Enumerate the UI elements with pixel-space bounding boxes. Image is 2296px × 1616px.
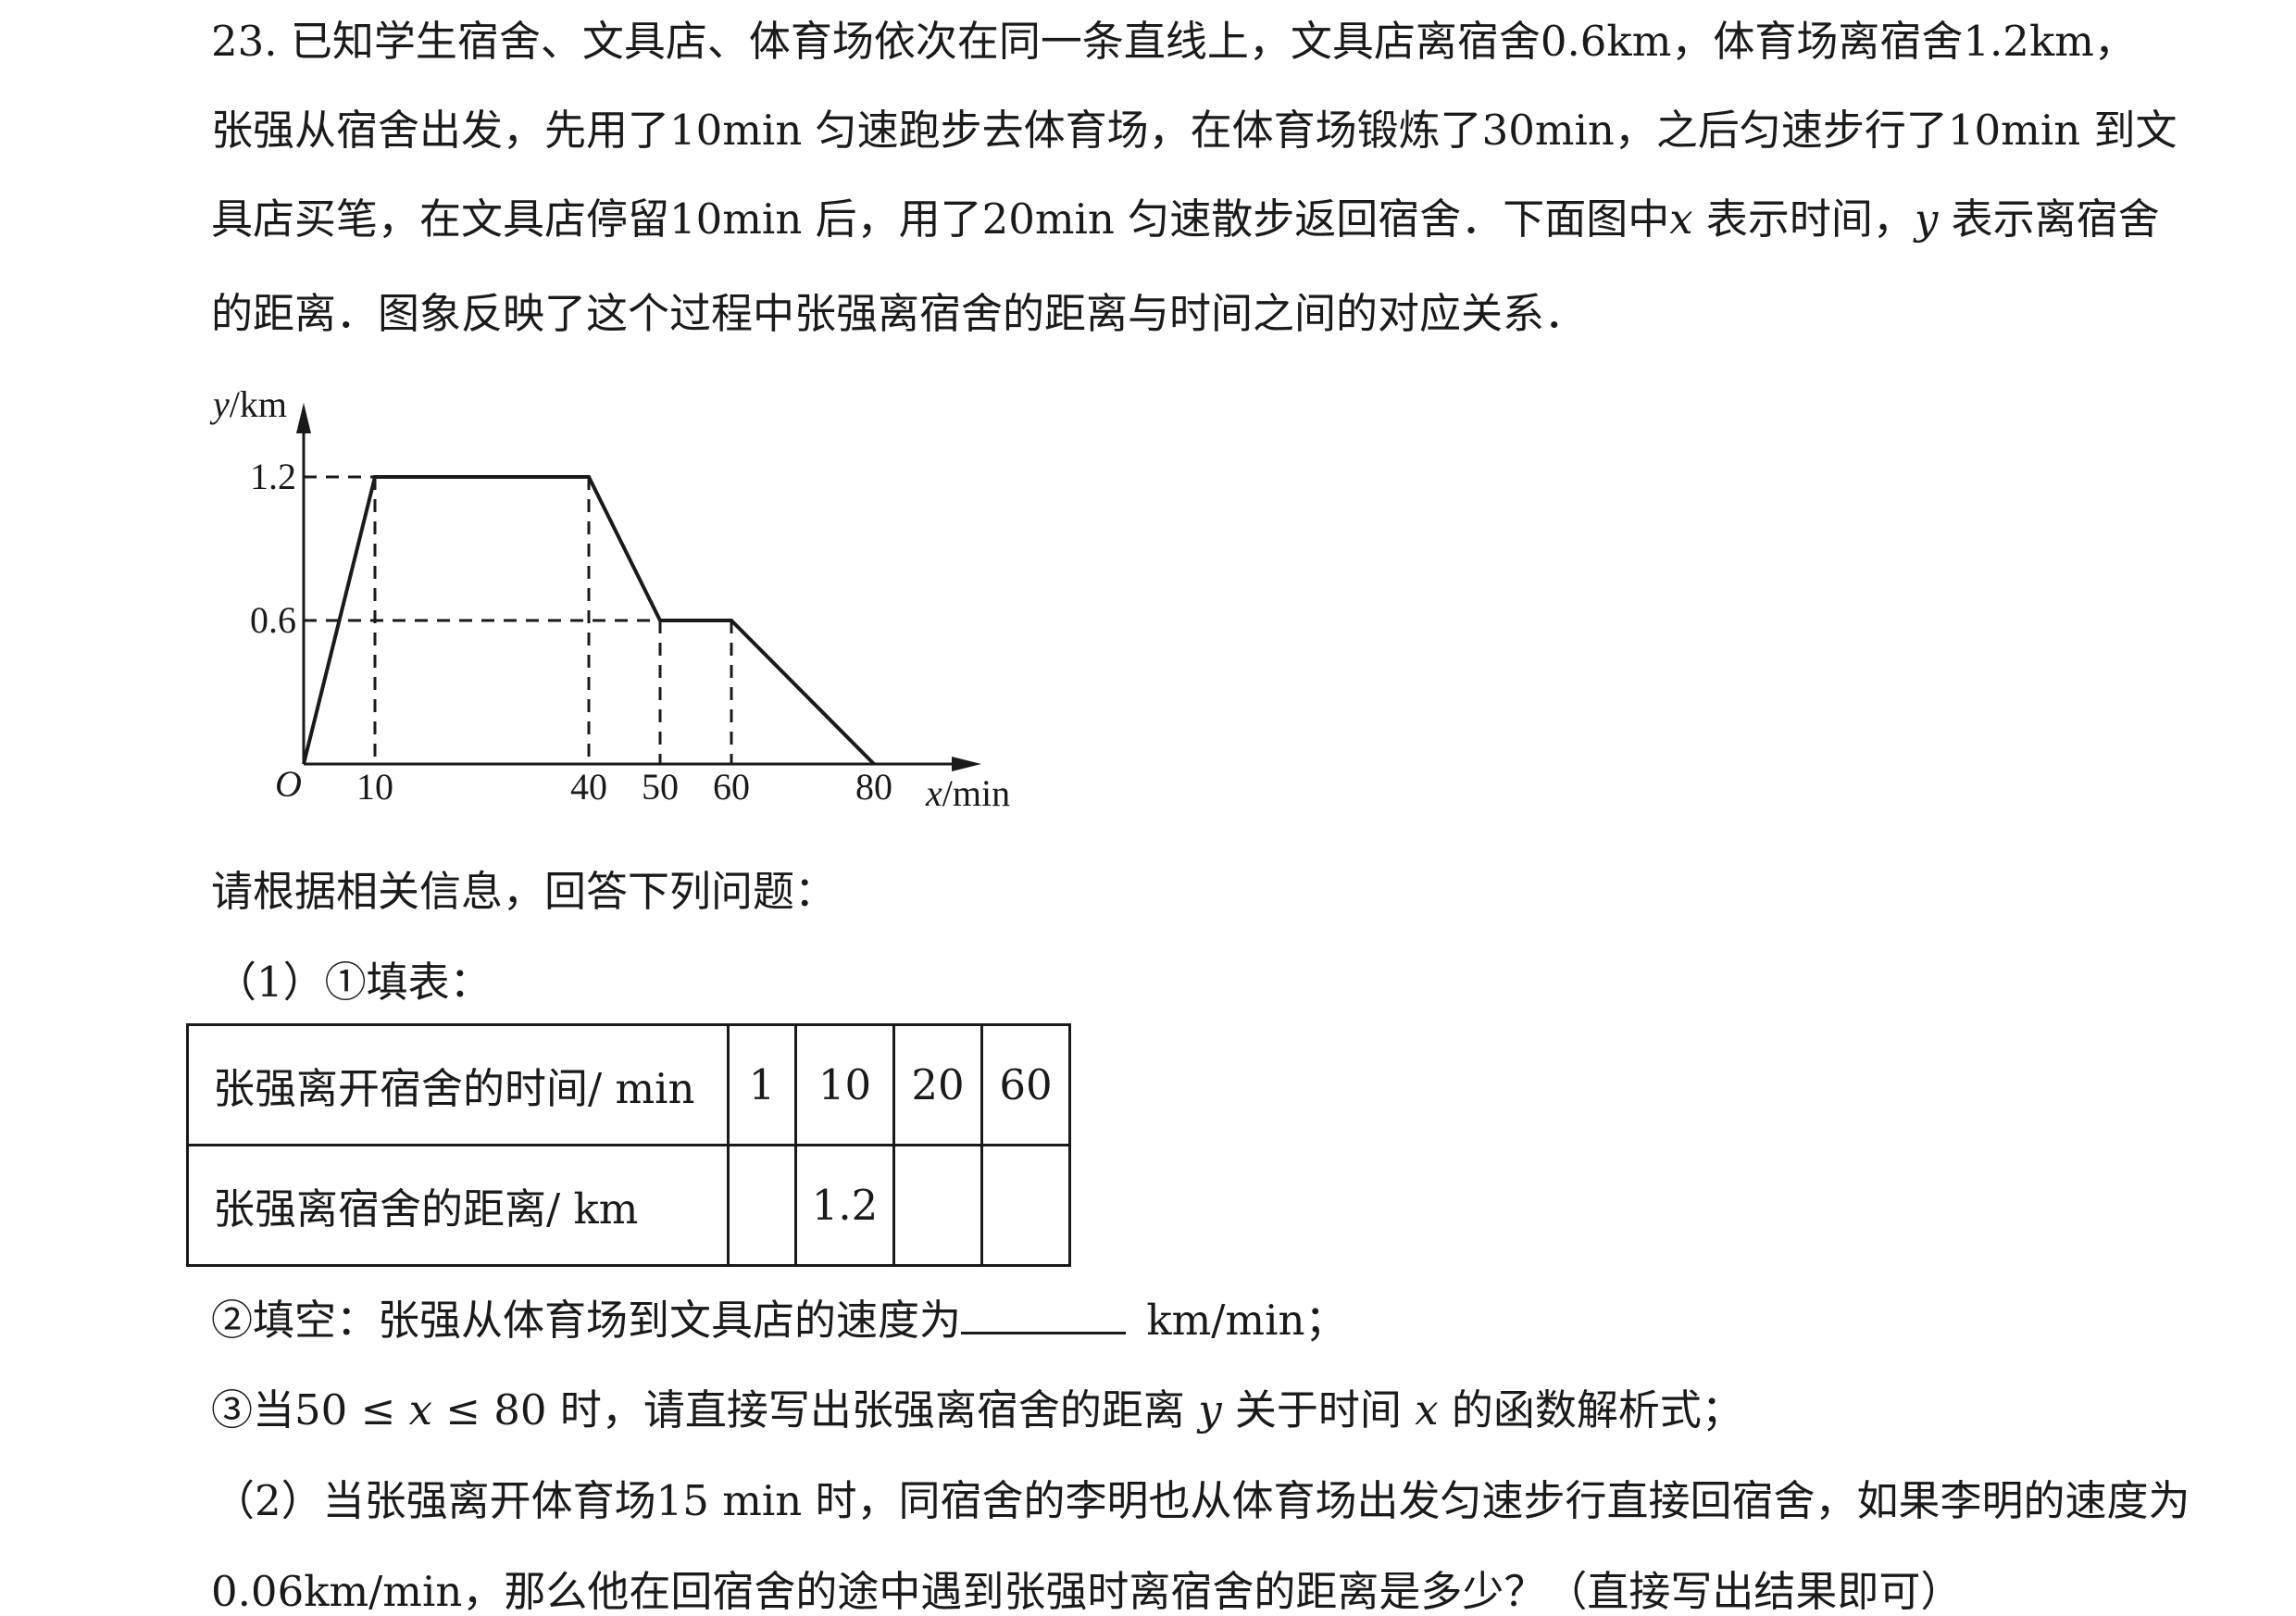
table-row-header-time: 张强离开宿舍的时间/ min — [186, 1023, 730, 1146]
table-cell: 20 — [892, 1023, 983, 1146]
problem-line-3b: 表示时间， — [1692, 194, 1915, 244]
question-1-label: （1）①填表： — [215, 958, 492, 1007]
part-2-line-1: （2）当张强离开体育场15 min 时，同宿舍的李明也从体育场出发匀速步行直接回… — [213, 1476, 2190, 1525]
question-2-unit: km/min； — [1133, 1296, 1347, 1345]
y-axis-arrow — [296, 403, 311, 433]
y-tick-label: 0.6 — [250, 599, 296, 641]
table-cell: 60 — [980, 1023, 1071, 1146]
question-3-text-a: ③当 — [211, 1385, 295, 1434]
table-answer-cell[interactable] — [727, 1144, 797, 1267]
table-cell: 1.2 — [794, 1144, 895, 1267]
problem-line-2: 张强从宿舍出发，先用了10min 匀速跑步去体育场，在体育场锻炼了30min，之… — [211, 106, 2177, 155]
x-tick-label: 80 — [855, 766, 892, 808]
questions-intro: 请根据相关信息，回答下列问题： — [211, 867, 837, 916]
question-3-text-d: 的函数解析式； — [1438, 1385, 1743, 1434]
distance-time-graph: 1.2 0.6 10 40 50 60 80 y/km O x/min — [209, 383, 1010, 814]
question-3: ③当50 ≤ x ≤ 80 时，请直接写出张强离宿舍的距离 y 关于时间 x 的… — [211, 1389, 1743, 1431]
x-tick-label: 50 — [642, 766, 679, 808]
y-axis-label: y/km — [209, 383, 287, 425]
var-x: x — [1415, 1385, 1439, 1434]
problem-line-1: 23. 已知学生宿舍、文具店、体育场依次在同一条直线上，文具店离宿舍0.6km，… — [211, 17, 2136, 66]
y-tick-label: 1.2 — [250, 456, 296, 497]
table-row: 张强离开宿舍的时间/ min 1 10 20 60 — [186, 1023, 1071, 1146]
var-x: x — [408, 1385, 432, 1434]
x-axis-label: x/min — [925, 772, 1010, 814]
problem-line-4: 的距离．图象反映了这个过程中张强离宿舍的距离与时间之间的对应关系． — [211, 289, 1587, 338]
x-tick-label: 60 — [713, 766, 750, 808]
var-y: y — [1198, 1385, 1222, 1434]
question-3-text-b: 时，请直接写出张强离宿舍的距离 — [546, 1385, 1199, 1434]
table-row: 张强离宿舍的距离/ km 1.2 — [186, 1144, 1071, 1267]
question-2-fill: ②填空：张强从体育场到文具店的速度为 km/min； — [211, 1298, 1346, 1341]
problem-line-3: 具店买笔，在文具店停留10min 后，用了20min 匀速散步返回宿舍．下面图中… — [211, 198, 2160, 240]
problem-line-3a: 具店买笔，在文具店停留10min 后，用了20min 匀速散步返回宿舍．下面图中 — [211, 194, 1670, 244]
origin-label: O — [275, 763, 302, 805]
table-answer-cell[interactable] — [892, 1144, 983, 1267]
table-cell: 1 — [727, 1023, 797, 1146]
var-y: y — [1914, 194, 1939, 244]
fill-in-table: 张强离开宿舍的时间/ min 1 10 20 60 张强离宿舍的距离/ km 1… — [186, 1023, 1071, 1267]
inequality-left: 50 ≤ — [294, 1385, 409, 1434]
inequality-right: ≤ 80 — [431, 1385, 547, 1434]
table-answer-cell[interactable] — [980, 1144, 1071, 1267]
answer-blank[interactable] — [961, 1298, 1127, 1334]
x-axis-arrow — [952, 757, 981, 771]
x-tick-label: 10 — [356, 766, 393, 808]
axes — [296, 403, 981, 771]
part-2-line-2: 0.06km/min，那么他在回宿舍的途中遇到张强时离宿舍的距离是多少？（直接写… — [211, 1567, 1963, 1616]
problem-line-3c: 表示离宿舍 — [1938, 194, 2160, 244]
table-row-header-distance: 张强离宿舍的距离/ km — [186, 1144, 730, 1267]
var-x: x — [1669, 194, 1693, 244]
question-3-text-c: 关于时间 — [1221, 1385, 1416, 1434]
table-cell: 10 — [794, 1023, 895, 1146]
question-2-text: ②填空：张强从体育场到文具店的速度为 — [211, 1296, 962, 1345]
x-tick-label: 40 — [570, 766, 607, 808]
